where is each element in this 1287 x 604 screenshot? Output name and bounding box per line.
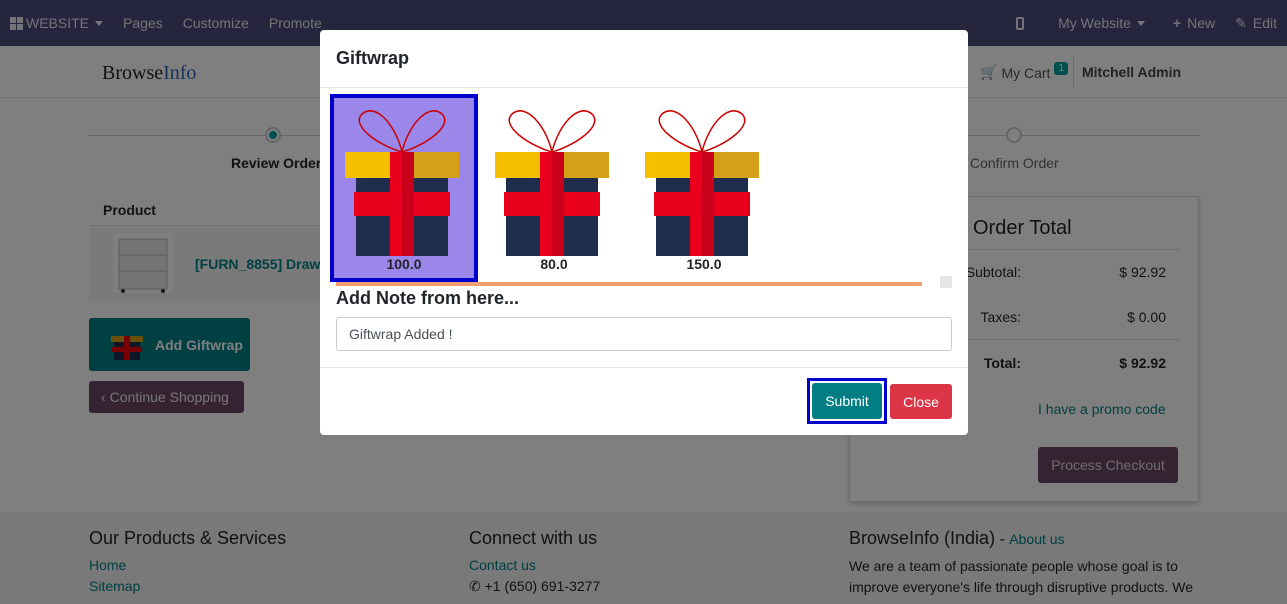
giftwrap-option-2[interactable]: 80.0 xyxy=(484,98,624,278)
giftwrap-option-1[interactable]: 100.0 xyxy=(330,94,478,282)
note-label: Add Note from here... xyxy=(336,288,520,308)
modal-title: Giftwrap xyxy=(320,30,968,88)
scroll-track[interactable] xyxy=(336,282,922,286)
giftwrap-price: 150.0 xyxy=(686,256,722,272)
submit-highlight: Submit xyxy=(807,378,887,424)
giftwrap-price: 80.0 xyxy=(540,256,568,272)
giftwrap-option-3[interactable]: 150.0 xyxy=(634,98,774,278)
note-input[interactable] xyxy=(336,317,952,351)
giftwrap-price: 100.0 xyxy=(386,256,422,272)
modal-footer-divider xyxy=(320,367,968,368)
gift-box-icon xyxy=(645,110,759,256)
scroll-handle[interactable] xyxy=(940,276,952,288)
close-button[interactable]: Close xyxy=(890,384,952,419)
gift-box-icon xyxy=(345,110,459,256)
gift-box-icon xyxy=(495,110,609,256)
submit-button[interactable]: Submit xyxy=(812,383,882,419)
giftwrap-modal: Giftwrap 100.0 80.0 150.0 Add Note from … xyxy=(320,30,968,435)
